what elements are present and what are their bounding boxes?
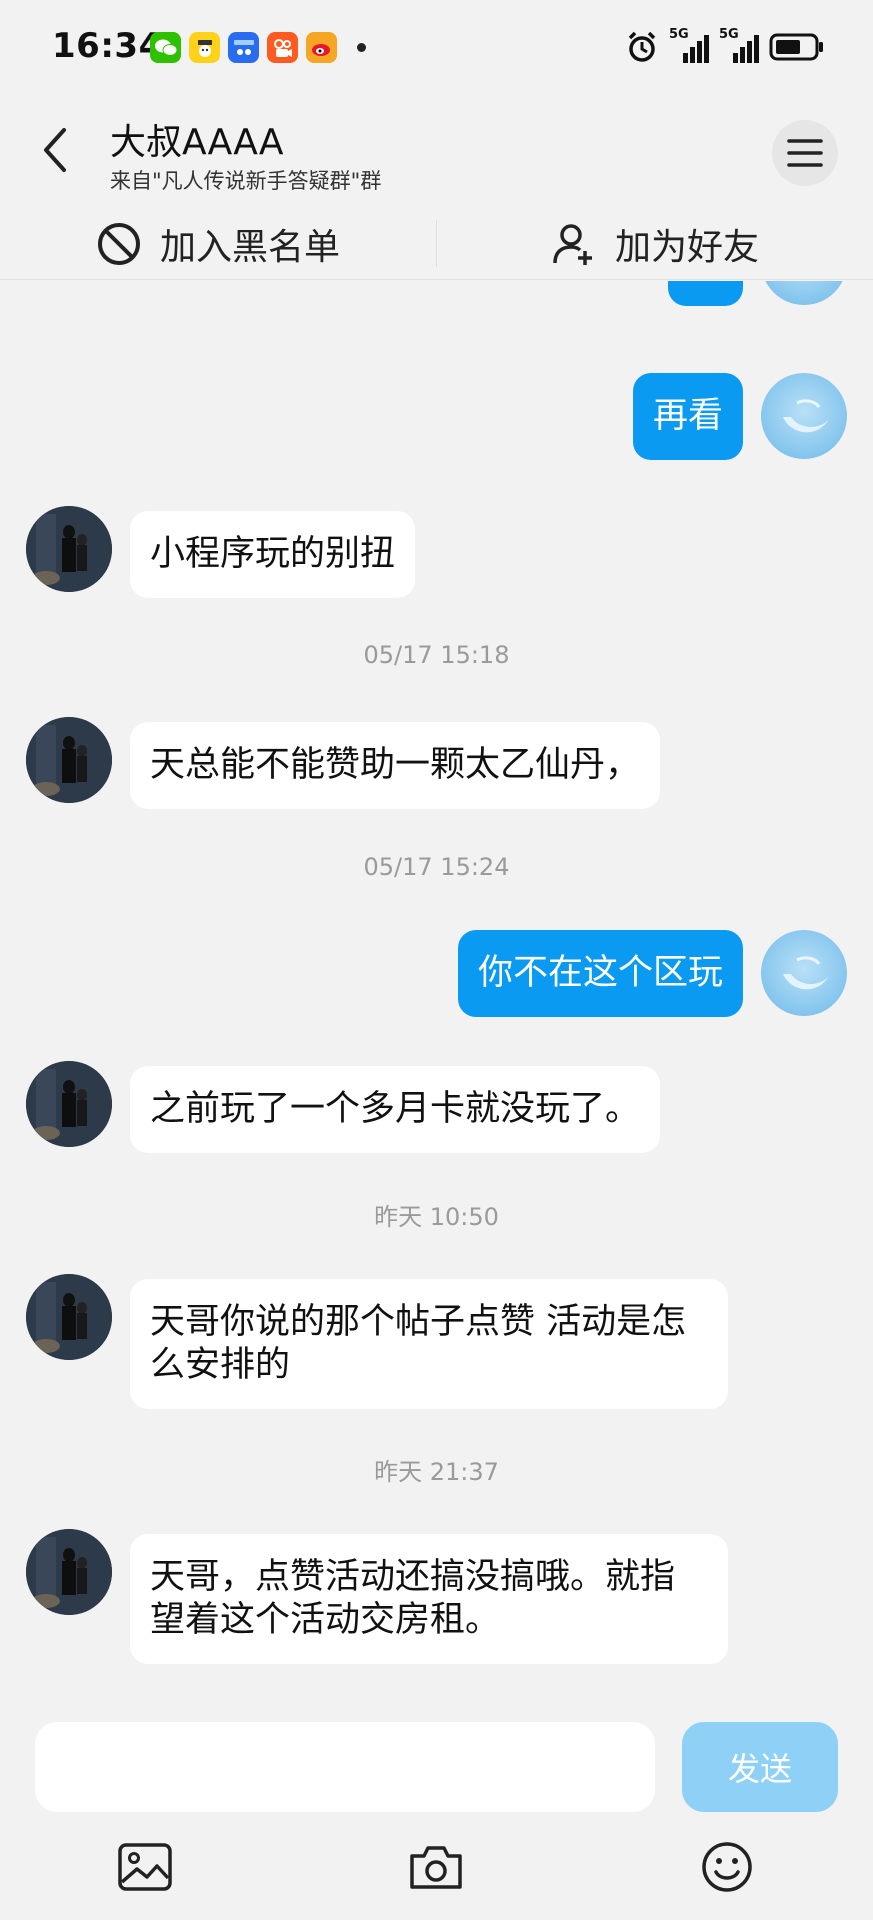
self-avatar[interactable] xyxy=(761,281,847,305)
message-other: 天哥，点赞活动还搞没搞哦。就指望着这个活动交房租。 xyxy=(26,1529,728,1664)
message-bubble[interactable]: 天总能不能赞助一颗太乙仙丹， xyxy=(130,722,661,809)
contact-avatar[interactable] xyxy=(26,1529,112,1615)
message-timestamp: 昨天 10:50 xyxy=(374,1203,499,1231)
send-button[interactable]: 发送 xyxy=(682,1722,838,1812)
signal-2: 5G xyxy=(719,27,759,63)
block-label: 加入黑名单 xyxy=(159,226,340,268)
message-other: 小程序玩的别扭 xyxy=(26,506,416,598)
app-yellow-icon xyxy=(189,32,220,63)
self-avatar[interactable] xyxy=(761,373,847,459)
message-bubble[interactable]: 你不在这个区玩 xyxy=(457,930,743,1017)
message-bubble[interactable]: 天哥你说的那个帖子点赞 活动是怎么安排的 xyxy=(130,1279,728,1409)
image-icon xyxy=(118,1843,172,1891)
contact-source: 来自"凡人传说新手答疑群"群 xyxy=(110,169,382,193)
app-blue-icon xyxy=(228,32,259,63)
contact-avatar[interactable] xyxy=(26,717,112,803)
message-bubble[interactable]: 再看 xyxy=(632,373,743,460)
message-bubble[interactable]: 小程序玩的别扭 xyxy=(130,511,416,598)
message-other: 天总能不能赞助一颗太乙仙丹， xyxy=(26,717,661,809)
contact-avatar[interactable] xyxy=(26,506,112,592)
message-timestamp: 昨天 21:37 xyxy=(374,1458,499,1486)
message-bubble[interactable]: 天哥，点赞活动还搞没搞哦。就指望着这个活动交房租。 xyxy=(130,1534,728,1664)
chevron-left-icon xyxy=(44,128,66,172)
chat-screen: 16:34 5G 5G 大叔AAAA 来自"凡人传说新手答疑群"群 加入黑名单 … xyxy=(0,0,873,1920)
status-bar: 16:34 5G 5G xyxy=(0,0,873,95)
message-bubble[interactable]: 没 xyxy=(667,281,743,306)
message-self: 没 xyxy=(667,281,847,306)
camera-button[interactable] xyxy=(401,1832,471,1902)
add-friend-label: 加为好友 xyxy=(614,226,759,268)
image-button[interactable] xyxy=(110,1832,180,1902)
message-self: 再看 xyxy=(632,373,847,460)
message-input[interactable] xyxy=(35,1722,655,1812)
contact-name: 大叔AAAA xyxy=(110,122,284,163)
status-indicators: 5G 5G xyxy=(625,27,825,64)
block-icon xyxy=(97,222,140,265)
alarm-icon xyxy=(628,31,656,62)
message-bubble[interactable]: 之前玩了一个多月卡就没玩了。 xyxy=(130,1066,661,1153)
contact-avatar[interactable] xyxy=(26,1061,112,1147)
battery-icon xyxy=(769,33,823,61)
block-button[interactable]: 加入黑名单 xyxy=(0,208,436,279)
hamburger-icon xyxy=(787,139,823,167)
message-timestamp: 05/17 15:24 xyxy=(363,853,510,881)
back-button[interactable] xyxy=(25,120,85,180)
camera-icon xyxy=(410,1846,462,1889)
add-friend-button[interactable]: 加为好友 xyxy=(437,208,873,279)
self-avatar[interactable] xyxy=(761,930,847,1016)
message-other: 天哥你说的那个帖子点赞 活动是怎么安排的 xyxy=(26,1274,728,1409)
message-self: 你不在这个区玩 xyxy=(457,930,847,1017)
message-other: 之前玩了一个多月卡就没玩了。 xyxy=(26,1061,661,1153)
emoji-icon xyxy=(702,1842,752,1892)
signal-1-label: 5G xyxy=(669,27,689,42)
more-notifications-dot xyxy=(357,43,366,52)
message-timestamp: 05/17 15:18 xyxy=(363,641,510,669)
contact-avatar[interactable] xyxy=(26,1274,112,1360)
input-area: 发送 xyxy=(0,1710,873,1920)
wechat-icon xyxy=(150,32,181,63)
menu-button[interactable] xyxy=(772,120,838,186)
chat-header: 大叔AAAA 来自"凡人传说新手答疑群"群 xyxy=(0,95,873,205)
action-bar: 加入黑名单 加为好友 xyxy=(0,208,873,280)
kuaishou-icon xyxy=(267,32,298,63)
status-time: 16:34 xyxy=(52,26,163,66)
add-user-icon xyxy=(553,223,592,265)
weibo-icon xyxy=(306,32,337,63)
emoji-button[interactable] xyxy=(692,1832,762,1902)
signal-2-label: 5G xyxy=(719,27,739,42)
signal-1: 5G xyxy=(669,27,709,63)
message-list: 没 再看 小程序玩的别扭 05/17 15:18 天总能不能赞助一颗太乙仙 xyxy=(0,281,873,1711)
notification-app-icons xyxy=(150,32,366,63)
